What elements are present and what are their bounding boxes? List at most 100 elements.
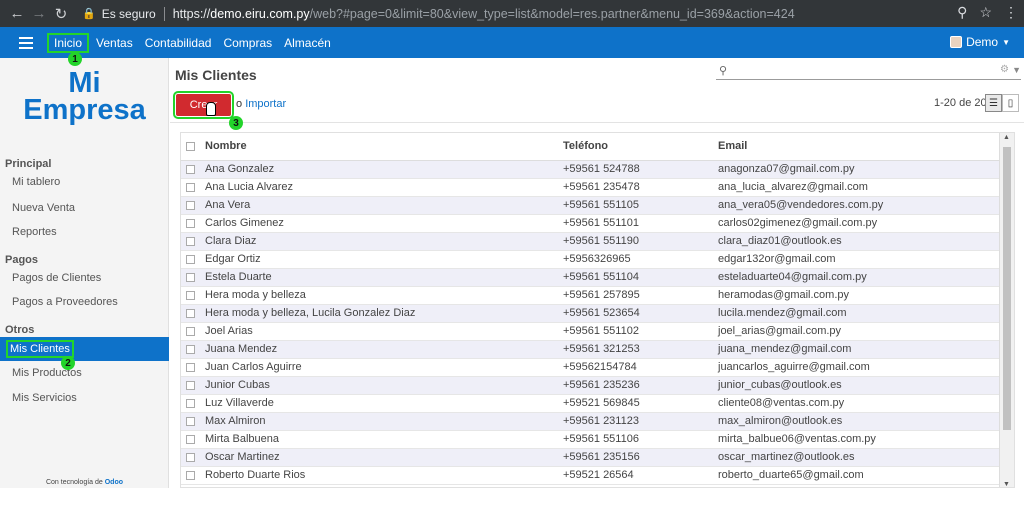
table-row[interactable]: Ana Vera +59561 551105 ana_vera05@vendedor… (181, 196, 999, 215)
table-row[interactable]: Clara Diaz +59561 551190 clara_diaz01@outl… (181, 232, 999, 251)
row-checkbox[interactable] (186, 290, 195, 300)
cell-nombre: Mirta Balbuena (205, 430, 563, 449)
table-row[interactable]: Luz Villaverde +59521 569845 cliente08@ven… (181, 394, 999, 413)
gear-icon[interactable]: ⚙ (1000, 64, 1009, 75)
scrollbar-thumb[interactable] (1003, 147, 1011, 430)
column-header-email[interactable]: Email (718, 133, 999, 161)
table-scrollbar[interactable]: ▲ ▼ (999, 133, 1014, 487)
menu-almacen[interactable]: Almacén (279, 33, 336, 53)
row-checkbox[interactable] (186, 254, 195, 264)
row-checkbox[interactable] (186, 326, 195, 336)
row-checkbox[interactable] (186, 272, 195, 282)
table-row[interactable]: Juana Mendez +59561 321253 juana_mendez@gm… (181, 340, 999, 359)
row-checkbox[interactable] (186, 218, 195, 228)
table-row[interactable]: Ana Gonzalez +59561 524788 anagonza07@gmai… (181, 160, 999, 179)
row-checkbox[interactable] (186, 416, 195, 426)
table-row[interactable]: Estela Duarte +59561 551104 esteladuarte04… (181, 268, 999, 287)
cell-email: clara_diaz01@outlook.es (718, 232, 999, 251)
cell-nombre: Joel Arias (205, 322, 563, 341)
sidebar-item-reportes[interactable]: Reportes (0, 220, 169, 244)
zoom-icon[interactable]: ⚲ (957, 4, 967, 21)
menu-inicio[interactable]: Inicio (47, 32, 90, 53)
cell-email: anagonza07@gmail.com.py (718, 160, 999, 179)
cell-telefono: +59561 524788 (563, 160, 718, 179)
table-row[interactable]: Carlos Gimenez +59561 551101 carlos02gimen… (181, 214, 999, 233)
cell-nombre: Ana Vera (205, 196, 563, 215)
row-select-cell (181, 250, 205, 269)
table-row[interactable]: Ana Lucia Alvarez +59561 235478 ana_lucia_… (181, 178, 999, 197)
logo-line-2: Empresa (23, 94, 146, 126)
table-row[interactable]: Hera moda y belleza, Lucila Gonzalez Dia… (181, 304, 999, 323)
row-checkbox[interactable] (186, 362, 195, 372)
row-checkbox[interactable] (186, 434, 195, 444)
cell-telefono: +5956326965 (563, 250, 718, 269)
scroll-down-icon[interactable]: ▼ (1003, 481, 1010, 487)
powered-by-prefix: Con tecnología de (45, 479, 105, 486)
row-checkbox[interactable] (186, 236, 195, 246)
step-badge-1: 1 (68, 52, 82, 66)
row-checkbox[interactable] (186, 452, 195, 462)
sidebar-item-pagos-proveedores[interactable]: Pagos a Proveedores (0, 290, 169, 314)
row-checkbox[interactable] (186, 200, 195, 210)
sidebar-item-pagos-clientes[interactable]: Pagos de Clientes (0, 266, 169, 290)
table-row[interactable]: Edgar Ortiz +5956326965 edgar132or@gmail.c… (181, 250, 999, 269)
sidebar-item-nueva-venta[interactable]: Nueva Venta (0, 196, 169, 220)
more-menu-icon[interactable]: ⋮ (1004, 4, 1018, 21)
cell-email: ana_lucia_alvarez@gmail.com (718, 178, 999, 197)
pager: 1-20 de 20 (934, 97, 987, 109)
forward-icon[interactable]: → (30, 5, 48, 23)
menu-ventas[interactable]: Ventas (91, 33, 138, 53)
table-row[interactable]: Hera moda y belleza +59561 257895 heramoda… (181, 286, 999, 305)
cell-nombre: Ana Lucia Alvarez (205, 178, 563, 197)
company-logo[interactable]: Mi Empresa (0, 67, 169, 126)
table-row[interactable]: Junior Cubas +59561 235236 junior_cubas@ou… (181, 376, 999, 395)
user-menu[interactable]: Demo ▼ (950, 35, 1010, 49)
logo-line-1: Mi (68, 67, 101, 99)
odoo-link[interactable]: Odoo (105, 479, 123, 486)
table-row[interactable]: Joel Arias +59561 551102 joel_arias@gmail.… (181, 322, 999, 341)
row-checkbox[interactable] (186, 398, 195, 408)
cell-nombre: Carlos Gimenez (205, 214, 563, 233)
search-dropdown-icon[interactable]: ▼ (1012, 65, 1021, 75)
user-name: Demo (966, 35, 999, 49)
row-checkbox[interactable] (186, 182, 195, 192)
select-all-checkbox[interactable] (186, 141, 195, 151)
address-bar[interactable]: https://demo.eiru.com.py/web?#page=0&lim… (173, 7, 795, 21)
table-row[interactable]: Max Almiron +59561 231123 max_almiron@outl… (181, 412, 999, 431)
cell-email: joel_arias@gmail.com.py (718, 322, 999, 341)
search-input[interactable]: ⚲ ⚙ ▼ (716, 64, 1021, 80)
scroll-up-icon[interactable]: ▲ (1003, 134, 1010, 141)
menu-compras[interactable]: Compras (218, 33, 277, 53)
table-row[interactable]: Roberto Duarte Rios +59521 26564 roberto_d… (181, 466, 999, 485)
hamburger-menu-icon[interactable] (19, 36, 33, 49)
list-view-icon[interactable]: ☰ (985, 94, 1002, 112)
reload-icon[interactable]: ↻ (52, 5, 70, 23)
table-row[interactable]: Oscar Martinez +59561 235156 oscar_martine… (181, 448, 999, 467)
view-switcher: ☰ ▯ (985, 94, 1019, 112)
sidebar-item-mis-clientes[interactable]: Mis Clientes (0, 337, 169, 361)
column-header-nombre[interactable]: Nombre (205, 133, 563, 161)
row-checkbox[interactable] (186, 344, 195, 354)
sidebar-item-mi-tablero[interactable]: Mi tablero (0, 170, 169, 194)
import-label: Importar (245, 98, 287, 110)
row-checkbox[interactable] (186, 380, 195, 390)
import-link[interactable]: o Importar (236, 98, 286, 110)
row-select-cell (181, 232, 205, 251)
menu-contabilidad[interactable]: Contabilidad (140, 33, 217, 53)
sidebar-item-mis-productos[interactable]: Mis Productos (0, 361, 169, 385)
table-row[interactable]: Mirta Balbuena +59561 551106 mirta_balbue0… (181, 430, 999, 449)
back-icon[interactable]: ← (8, 5, 26, 23)
table-row[interactable]: Juan Carlos Aguirre +59562154784 juancarlo… (181, 358, 999, 377)
row-checkbox[interactable] (186, 308, 195, 318)
column-header-telefono[interactable]: Teléfono (563, 133, 718, 161)
lock-icon: 🔒 (82, 8, 96, 20)
cell-telefono: +59561 551190 (563, 232, 718, 251)
row-checkbox[interactable] (186, 164, 195, 174)
app-top-bar: Inicio Ventas Contabilidad Compras Almac… (0, 27, 1024, 58)
form-view-icon[interactable]: ▯ (1002, 94, 1019, 112)
row-checkbox[interactable] (186, 470, 195, 480)
row-select-cell (181, 304, 205, 323)
sidebar-item-mis-servicios[interactable]: Mis Servicios (0, 386, 169, 410)
create-button[interactable]: Crear (173, 91, 234, 119)
bookmark-star-icon[interactable]: ☆ (979, 4, 992, 21)
